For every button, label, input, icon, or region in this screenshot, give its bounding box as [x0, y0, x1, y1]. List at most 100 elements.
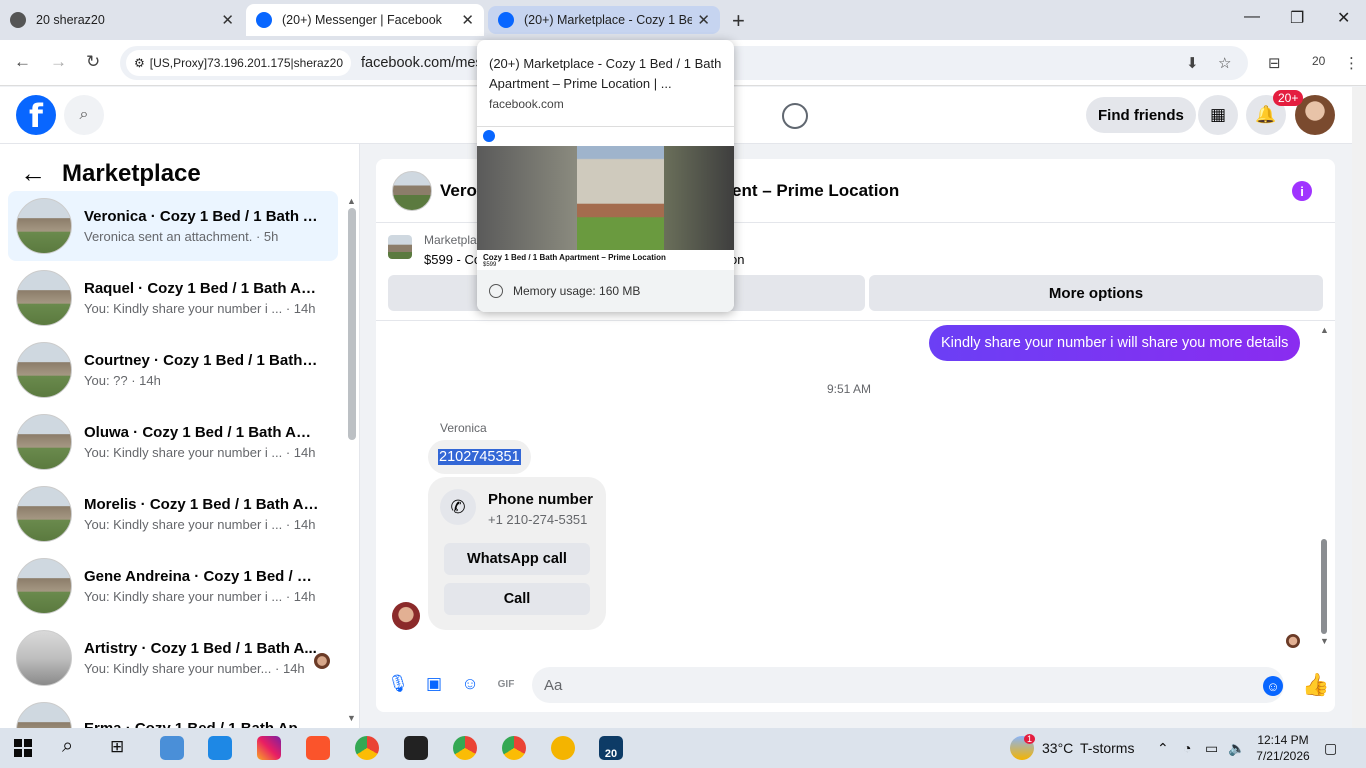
notification-center-icon[interactable]: ▢: [1324, 740, 1337, 757]
phone-number-card: ✆ Phone number +1 210-274-5351 WhatsApp …: [428, 477, 606, 630]
profile-count[interactable]: 20: [1312, 54, 1325, 68]
chrome-icon[interactable]: [355, 736, 379, 760]
facebook-favicon-icon: [256, 12, 272, 28]
listing-label: Marketpla: [424, 233, 477, 247]
listing-photo: [477, 146, 734, 250]
network-icon[interactable]: ◔: [1183, 740, 1191, 756]
selected-phone-text[interactable]: 2102745351: [438, 449, 521, 465]
brave-icon[interactable]: [306, 736, 330, 760]
info-icon[interactable]: i: [1292, 181, 1312, 201]
clock-date: 7/21/2026: [1256, 749, 1310, 763]
listing-thumbnail[interactable]: [392, 171, 432, 211]
chat-scrollbar[interactable]: [1321, 539, 1327, 634]
task-view-icon[interactable]: ⊞: [110, 737, 124, 757]
sidebar-scrollbar[interactable]: [348, 208, 356, 440]
site-info-chip[interactable]: ⚙ [US,Proxy]73.196.201.175|sheraz20: [126, 50, 352, 76]
system-clock[interactable]: 12:14 PM 7/21/2026: [1250, 732, 1316, 764]
facebook-logo-icon[interactable]: f: [16, 95, 56, 135]
reload-icon[interactable]: ↻: [86, 52, 100, 72]
conversation-item[interactable]: Raquel · Cozy 1 Bed / 1 Bath Apa... You:…: [8, 263, 338, 333]
weather-temp[interactable]: 33°C: [1042, 740, 1073, 756]
microphone-icon[interactable]: 🎙: [387, 674, 409, 694]
close-tab-icon[interactable]: ✕: [221, 11, 234, 29]
tab-search-icon[interactable]: ⊟: [1268, 54, 1281, 72]
globe-icon: [10, 12, 26, 28]
preview-caption: Cozy 1 Bed / 1 Bath Apartment – Prime Lo…: [483, 253, 666, 268]
browser-tab-marketplace[interactable]: (20+) Marketplace - Cozy 1 Bed ✕: [488, 6, 720, 34]
read-receipt-avatar: [314, 653, 330, 669]
instagram-icon[interactable]: [257, 736, 281, 760]
chat-title-end[interactable]: ent – Prime Location: [732, 181, 899, 201]
close-tab-icon[interactable]: ✕: [697, 11, 710, 29]
chat-title-start[interactable]: Vero: [440, 181, 477, 201]
conversation-item[interactable]: Courtney · Cozy 1 Bed / 1 Bath A... You:…: [8, 335, 338, 405]
preview-mini-header: [477, 127, 734, 145]
volume-icon[interactable]: 🔈: [1228, 740, 1245, 757]
browser-tab-messenger[interactable]: (20+) Messenger | Facebook ✕: [246, 4, 484, 36]
back-icon[interactable]: ←: [14, 52, 31, 72]
thumbs-up-icon[interactable]: 👍: [1302, 672, 1329, 698]
find-friends-button[interactable]: Find friends: [1086, 97, 1196, 133]
tab-title: 20 sheraz20: [36, 13, 105, 27]
avatar[interactable]: [392, 602, 420, 630]
outgoing-message[interactable]: Kindly share your number i will share yo…: [929, 325, 1301, 361]
listing-thumbnail: [16, 342, 72, 398]
photo-icon[interactable]: ▣: [424, 674, 444, 694]
install-app-icon[interactable]: ⬇: [1186, 54, 1199, 72]
close-tab-icon[interactable]: ✕: [461, 11, 474, 29]
ixbrowser-icon[interactable]: [551, 736, 575, 760]
memory-usage: Memory usage: 160 MB: [477, 270, 734, 312]
preview-title: (20+) Marketplace - Cozy 1 Bed / 1 Bath …: [489, 56, 722, 91]
chrome-profile-icon[interactable]: [502, 736, 526, 760]
laptop-app-icon[interactable]: [160, 736, 184, 760]
conversation-name: Oluwa · Cozy 1 Bed / 1 Bath Apar...: [84, 424, 320, 441]
minimize-icon[interactable]: —: [1244, 8, 1260, 26]
bookmark-star-icon[interactable]: ☆: [1218, 54, 1231, 72]
new-tab-icon[interactable]: +: [732, 8, 745, 34]
conversation-name: Raquel · Cozy 1 Bed / 1 Bath Apa...: [84, 280, 320, 297]
browser-profile-icon[interactable]: 20: [599, 736, 623, 760]
conversation-item[interactable]: Artistry · Cozy 1 Bed / 1 Bath A... You:…: [8, 623, 338, 693]
groups-icon[interactable]: [782, 103, 808, 129]
chevron-up-icon[interactable]: ⌃: [1157, 740, 1169, 757]
screen-app-icon[interactable]: [208, 736, 232, 760]
more-options-button[interactable]: More options: [869, 275, 1323, 311]
battery-icon[interactable]: ▭: [1205, 740, 1218, 757]
search-icon[interactable]: ⌕: [64, 95, 104, 135]
forward-icon[interactable]: →: [50, 52, 67, 72]
conversation-name: Artistry · Cozy 1 Bed / 1 Bath A...: [84, 640, 317, 657]
clock-time: 12:14 PM: [1257, 733, 1309, 747]
sticky-app-icon[interactable]: [404, 736, 428, 760]
browser-tab-profile[interactable]: 20 sheraz20 ✕: [0, 4, 244, 36]
scroll-down-icon[interactable]: ▼: [347, 713, 356, 723]
menu-icon[interactable]: ⋮: [1344, 54, 1359, 72]
menu-grid-icon[interactable]: ▦: [1198, 95, 1238, 135]
preview-domain: facebook.com: [489, 97, 564, 111]
conversation-item[interactable]: Oluwa · Cozy 1 Bed / 1 Bath Apar... You:…: [8, 407, 338, 477]
scroll-up-icon[interactable]: ▲: [347, 196, 356, 206]
gif-icon[interactable]: GIF: [496, 674, 516, 694]
message-composer: 🎙 ▣ ☺ GIF Aa ☺ 👍: [376, 664, 1335, 710]
chrome-profile-icon[interactable]: [453, 736, 477, 760]
conversation-item[interactable]: Veronica · Cozy 1 Bed / 1 Bath A... Vero…: [8, 191, 338, 261]
weather-text[interactable]: T-storms: [1080, 740, 1134, 756]
windows-start-icon[interactable]: [14, 739, 32, 757]
back-arrow-icon[interactable]: ←: [20, 158, 46, 189]
message-input[interactable]: Aa: [532, 667, 1284, 703]
conversation-item[interactable]: Morelis · Cozy 1 Bed / 1 Bath Ap... You:…: [8, 479, 338, 549]
scroll-down-icon[interactable]: ▼: [1320, 636, 1329, 646]
sticker-icon[interactable]: ☺: [460, 674, 480, 694]
call-button[interactable]: Call: [444, 583, 590, 615]
incoming-message[interactable]: 2102745351: [428, 440, 531, 474]
emoji-icon[interactable]: ☺: [1263, 676, 1283, 696]
close-window-icon[interactable]: ✕: [1337, 8, 1350, 28]
listing-thumbnail: [16, 558, 72, 614]
search-icon[interactable]: ⌕: [62, 735, 73, 758]
scroll-up-icon[interactable]: ▲: [1320, 325, 1329, 335]
restore-icon[interactable]: ❐: [1290, 8, 1304, 28]
preview-thumbnail: Cozy 1 Bed / 1 Bath Apartment – Prime Lo…: [477, 126, 734, 268]
conversation-item[interactable]: Erma · Cozy 1 Bed / 1 Bath Apart...: [8, 695, 338, 728]
whatsapp-call-button[interactable]: WhatsApp call: [444, 543, 590, 575]
page-scrollbar[interactable]: [1352, 87, 1366, 728]
conversation-item[interactable]: Gene Andreina · Cozy 1 Bed / 1 B... You:…: [8, 551, 338, 621]
